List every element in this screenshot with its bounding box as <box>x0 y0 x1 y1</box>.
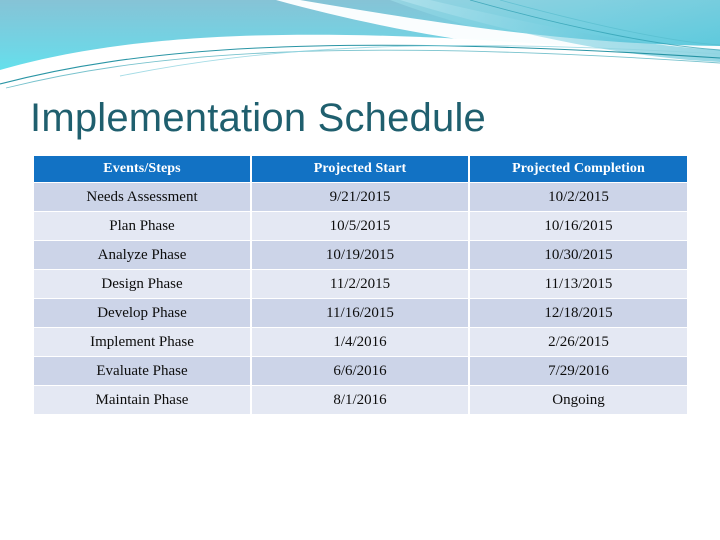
swoosh-graphic <box>0 0 720 92</box>
cell-event: Analyze Phase <box>34 241 250 269</box>
table-header: Events/Steps Projected Start Projected C… <box>34 156 687 182</box>
cell-event: Develop Phase <box>34 299 250 327</box>
page-title: Implementation Schedule <box>30 96 486 140</box>
slide-canvas: Implementation Schedule Events/Steps Pro… <box>0 0 720 540</box>
column-header-projected-completion: Projected Completion <box>470 156 687 182</box>
cell-completion: 2/26/2015 <box>470 328 687 356</box>
cell-completion: 12/18/2015 <box>470 299 687 327</box>
decorative-swoosh-banner <box>0 0 720 92</box>
table-row: Plan Phase 10/5/2015 10/16/2015 <box>34 212 687 240</box>
table-row: Design Phase 11/2/2015 11/13/2015 <box>34 270 687 298</box>
table-row: Implement Phase 1/4/2016 2/26/2015 <box>34 328 687 356</box>
table-row: Maintain Phase 8/1/2016 Ongoing <box>34 386 687 414</box>
implementation-schedule-table: Events/Steps Projected Start Projected C… <box>32 155 689 415</box>
table-body: Needs Assessment 9/21/2015 10/2/2015 Pla… <box>34 183 687 414</box>
table-header-row: Events/Steps Projected Start Projected C… <box>34 156 687 182</box>
cell-event: Plan Phase <box>34 212 250 240</box>
cell-event: Design Phase <box>34 270 250 298</box>
cell-start: 11/16/2015 <box>252 299 468 327</box>
cell-completion: 11/13/2015 <box>470 270 687 298</box>
column-header-projected-start: Projected Start <box>252 156 468 182</box>
cell-completion: 10/16/2015 <box>470 212 687 240</box>
table-row: Needs Assessment 9/21/2015 10/2/2015 <box>34 183 687 211</box>
cell-event: Implement Phase <box>34 328 250 356</box>
table-row: Analyze Phase 10/19/2015 10/30/2015 <box>34 241 687 269</box>
cell-completion: 10/30/2015 <box>470 241 687 269</box>
cell-completion: 7/29/2016 <box>470 357 687 385</box>
cell-start: 6/6/2016 <box>252 357 468 385</box>
cell-start: 10/5/2015 <box>252 212 468 240</box>
cell-event: Needs Assessment <box>34 183 250 211</box>
column-header-events-steps: Events/Steps <box>34 156 250 182</box>
cell-event: Maintain Phase <box>34 386 250 414</box>
cell-start: 1/4/2016 <box>252 328 468 356</box>
cell-completion: 10/2/2015 <box>470 183 687 211</box>
cell-completion: Ongoing <box>470 386 687 414</box>
table-row: Evaluate Phase 6/6/2016 7/29/2016 <box>34 357 687 385</box>
cell-event: Evaluate Phase <box>34 357 250 385</box>
cell-start: 11/2/2015 <box>252 270 468 298</box>
table-row: Develop Phase 11/16/2015 12/18/2015 <box>34 299 687 327</box>
cell-start: 9/21/2015 <box>252 183 468 211</box>
cell-start: 10/19/2015 <box>252 241 468 269</box>
cell-start: 8/1/2016 <box>252 386 468 414</box>
